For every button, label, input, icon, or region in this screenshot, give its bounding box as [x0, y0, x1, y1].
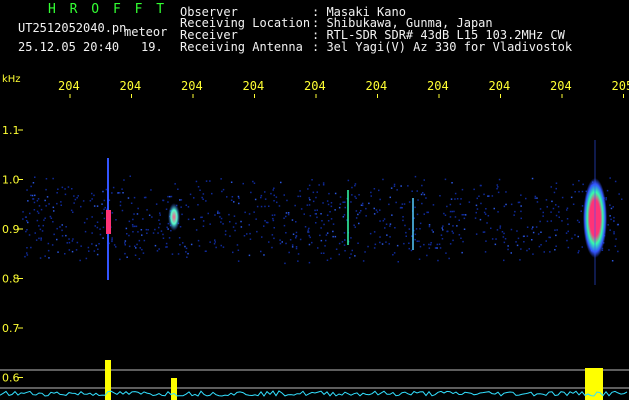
- y-tick-label: 1.1: [2, 124, 20, 137]
- noise-band: [22, 175, 623, 265]
- antenna-label: Receiving Antenna: [180, 40, 303, 54]
- noise-floor-trace: [0, 390, 628, 397]
- x-tick-labels: 204 204 204 204 204 204 204 204 204 2050: [58, 79, 629, 98]
- x-tick-label: 204: [304, 79, 326, 93]
- datetime-label: 25.12.05 20:40: [18, 40, 120, 54]
- level-bar-2: [171, 378, 177, 400]
- antenna-row: Receiving Antenna : 3el Yagi(V) Az 330 fo…: [180, 41, 572, 53]
- meteor-label: meteor: [124, 25, 168, 39]
- x-tick-label: 204: [58, 79, 80, 93]
- x-tick-label: 204: [427, 79, 449, 93]
- y-unit-label: kHz: [2, 74, 21, 85]
- echo-core-1: [106, 210, 111, 234]
- header-panel: H R O F F T UT2512052040.pn meteor 25.12…: [0, 0, 629, 70]
- x-tick-label: 204: [181, 79, 203, 93]
- x-tick-label: 204: [366, 79, 388, 93]
- y-tick-label: 0.7: [2, 322, 20, 335]
- y-tick-label: 0.8: [2, 273, 20, 286]
- echo-2: [168, 203, 180, 231]
- y-tick-label: 0.6: [2, 372, 20, 385]
- x-tick-label: 204: [120, 79, 142, 93]
- x-tick-label: 204: [550, 79, 572, 93]
- x-tick-label: 204: [489, 79, 511, 93]
- y-tick-label: 1.0: [2, 174, 20, 187]
- meteor-echoes: [106, 140, 607, 285]
- y-tick-labels: 1.1 1.0 0.9 0.8 0.7 0.6: [2, 124, 23, 385]
- x-tick-label: 2050: [612, 79, 629, 93]
- spectrogram-plot: kHz 2042042042042042042042042042050 1.11…: [0, 74, 629, 400]
- meteor-count: 19.: [141, 40, 163, 54]
- app-title: H R O F F T: [48, 2, 168, 17]
- antenna-value: : 3el Yagi(V) Az 330 for Vladivostok: [312, 40, 573, 54]
- x-tick-label: 204: [243, 79, 265, 93]
- filename-label: UT2512052040.pn: [18, 21, 127, 35]
- y-tick-label: 0.9: [2, 223, 20, 236]
